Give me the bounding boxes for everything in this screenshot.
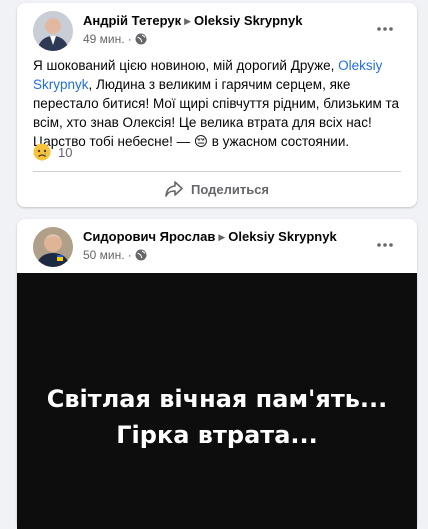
- post-text-part: Я шокований цією новиною, мій дорогий Др…: [33, 58, 339, 73]
- post-header: Андрій Тетерук ▶ Oleksiy Skrypnyk 49 мин. ·: [33, 11, 405, 51]
- author-name[interactable]: Андрій Тетерук: [83, 13, 181, 28]
- post-meta: 50 мин. ·: [83, 248, 147, 264]
- more-icon: [377, 243, 393, 247]
- post-header: Сидорович Ярослав ▶ Oleksiy Skrypnyk 50 ми…: [33, 227, 405, 267]
- share-button[interactable]: Поделиться: [33, 175, 401, 203]
- more-options-button[interactable]: [371, 231, 399, 259]
- avatar[interactable]: [33, 227, 73, 267]
- reaction-count: 10: [58, 144, 73, 160]
- separator-dot: ·: [127, 32, 132, 46]
- share-icon: [165, 181, 183, 197]
- post-text: Я шокований цією новиною, мій дорогий Др…: [33, 56, 403, 151]
- separator-dot: ·: [127, 248, 132, 262]
- post-time[interactable]: 50 мин.: [83, 248, 125, 262]
- post-text-part: , Людина з великим і гарячим серцем, яке…: [33, 77, 400, 149]
- author-photo: [33, 227, 73, 267]
- sad-emoji-icon: [33, 143, 51, 161]
- target-name[interactable]: Oleksiy Skrypnyk: [194, 13, 302, 28]
- post-image[interactable]: Світлая вічная пам'ять... Гірка втрата..…: [17, 273, 417, 529]
- share-label: Поделиться: [190, 181, 270, 197]
- image-caption: Світлая вічная пам'ять... Гірка втрата..…: [17, 381, 417, 453]
- post-meta: 49 мин. ·: [83, 32, 147, 48]
- more-options-button[interactable]: [371, 15, 399, 43]
- post-card: Сидорович Ярослав ▶ Oleksiy Skrypnyk 50 ми…: [17, 219, 417, 529]
- author-name[interactable]: Сидорович Ярослав: [83, 229, 215, 244]
- post-author-line: Сидорович Ярослав ▶ Oleksiy Skrypnyk: [83, 229, 337, 244]
- post-author-line: Андрій Тетерук ▶ Oleksiy Skrypnyk: [83, 13, 302, 28]
- reactions-summary[interactable]: 10: [33, 143, 72, 161]
- more-icon: [377, 27, 393, 31]
- globe-icon: [135, 249, 147, 264]
- image-caption-line: Світлая вічная пам'ять...: [46, 385, 388, 413]
- author-photo: [33, 11, 73, 51]
- image-caption-line: Гірка втрата...: [116, 421, 318, 449]
- caret-right-icon: ▶: [184, 16, 192, 26]
- post-time[interactable]: 49 мин.: [83, 32, 125, 46]
- target-name[interactable]: Oleksiy Skrypnyk: [228, 229, 336, 244]
- avatar[interactable]: [33, 11, 73, 51]
- divider: [33, 171, 401, 172]
- caret-right-icon: ▶: [218, 232, 226, 242]
- globe-icon: [135, 33, 147, 48]
- post-card: Андрій Тетерук ▶ Oleksiy Skrypnyk 49 мин. ·…: [17, 3, 417, 207]
